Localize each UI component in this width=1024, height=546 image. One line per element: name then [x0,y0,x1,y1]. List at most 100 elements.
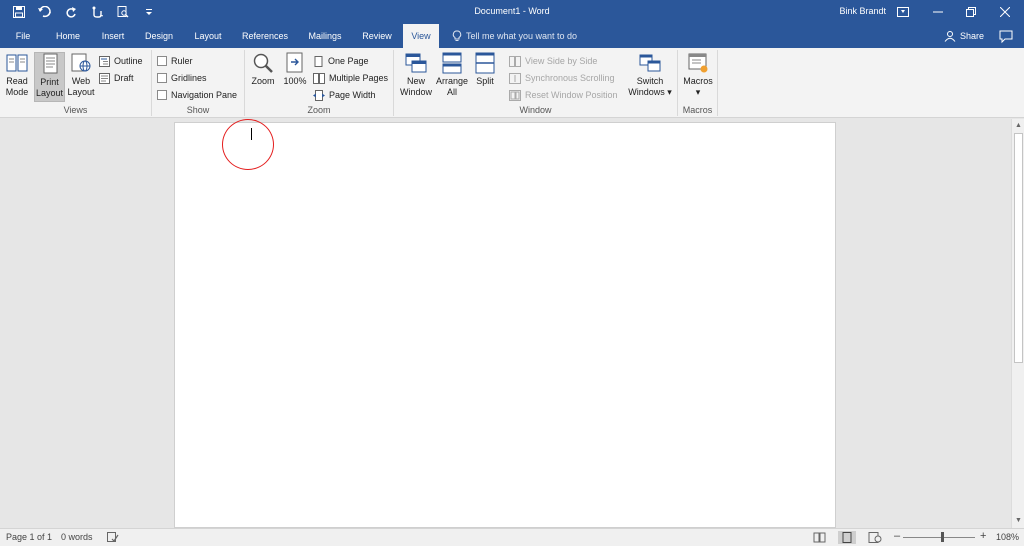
switch-windows-icon [639,52,661,74]
print-layout-label-2: Layout [35,88,64,98]
print-layout-icon [39,53,61,75]
split-label: Split [476,76,494,86]
ruler-label: Ruler [171,56,193,66]
tab-home[interactable]: Home [50,24,86,48]
zoom-100-button[interactable]: 100% [281,52,309,102]
macros-icon [687,52,709,74]
page-width-icon [313,89,325,101]
draft-label: Draft [114,73,134,83]
show-group: Ruler Gridlines Navigation Pane Show [152,50,245,116]
share-button[interactable]: Share [944,24,984,48]
share-label: Share [960,31,985,41]
zoom-slider-thumb[interactable] [940,532,944,542]
outline-button[interactable]: Outline [99,54,143,68]
navigation-pane-checkbox[interactable]: Navigation Pane [157,88,237,102]
macros-group-label: Macros [682,105,713,115]
read-mode-label-2: Mode [5,87,29,97]
tab-insert[interactable]: Insert [96,24,130,48]
multiple-pages-button[interactable]: Multiple Pages [313,71,388,85]
print-layout-label-1: Print [40,77,59,87]
web-layout-button[interactable]: Web Layout [67,52,95,102]
word-count[interactable]: 0 words [61,532,93,542]
one-page-icon [314,55,323,67]
zoom-percent[interactable]: 108% [996,532,1019,542]
tab-mailings[interactable]: Mailings [302,24,348,48]
comments-icon[interactable] [998,28,1014,44]
tab-review[interactable]: Review [358,24,396,48]
reset-window-position-label: Reset Window Position [525,90,618,100]
scroll-down-icon[interactable]: ▼ [1014,516,1023,525]
print-layout-button[interactable]: Print Layout [34,52,65,102]
switch-windows-label-2: Windows ▾ [628,87,672,97]
document-page[interactable] [174,119,836,528]
ruler-check[interactable] [157,56,167,66]
user-name[interactable]: Bink Brandt [839,6,886,16]
synchronous-scrolling-button[interactable]: Synchronous Scrolling [509,71,615,85]
tab-design[interactable]: Design [140,24,178,48]
read-mode-view-icon[interactable] [811,531,829,544]
outline-icon [99,55,110,67]
sync-scroll-icon [509,72,521,84]
new-window-button[interactable]: New Window [398,52,434,102]
ribbon-display-icon[interactable] [888,2,918,22]
read-mode-button[interactable]: Read Mode [3,52,31,102]
reset-window-position-button[interactable]: Reset Window Position [509,88,618,102]
switch-windows-button[interactable]: Switch Windows ▾ [626,52,674,102]
outline-label: Outline [114,56,143,66]
zoom-in-button[interactable]: + [980,530,986,542]
gridlines-label: Gridlines [171,73,207,83]
zoom-100-icon [284,52,306,74]
gridlines-check[interactable] [157,73,167,83]
magnifier-icon [252,52,274,74]
restore-icon[interactable] [956,2,986,22]
zoom-slider[interactable] [903,532,975,542]
macros-label: Macros [683,76,713,86]
draft-icon [99,72,110,84]
split-button[interactable]: Split [472,52,498,102]
page-width-label: Page Width [329,90,376,100]
draft-button[interactable]: Draft [99,71,134,85]
document-area [0,119,1011,528]
minimize-icon[interactable] [923,2,953,22]
gridlines-checkbox[interactable]: Gridlines [157,71,207,85]
navigation-pane-check[interactable] [157,90,167,100]
lightbulb-icon [452,30,462,41]
tab-file[interactable]: File [6,24,40,48]
reset-window-icon [509,89,521,101]
tab-layout[interactable]: Layout [188,24,228,48]
ruler-checkbox[interactable]: Ruler [157,54,193,68]
synchronous-scrolling-label: Synchronous Scrolling [525,73,615,83]
print-layout-view-icon[interactable] [838,531,856,544]
person-icon [944,31,956,42]
view-side-by-side-label: View Side by Side [525,56,598,66]
tab-references[interactable]: References [238,24,292,48]
macros-dropdown-icon: ▾ [695,87,701,97]
window-group-label: Window [519,105,552,115]
window-group: New Window Arrange All Split View Side b… [394,50,678,116]
tab-view[interactable]: View [403,24,439,48]
close-icon[interactable] [990,2,1020,22]
web-layout-view-icon[interactable] [866,531,884,544]
page-count[interactable]: Page 1 of 1 [6,532,52,542]
arrange-all-label-2: All [446,87,457,97]
read-mode-label-1: Read [6,76,28,86]
zoom-out-button[interactable]: – [894,530,900,542]
zoom-button[interactable]: Zoom [248,52,278,102]
view-side-by-side-button[interactable]: View Side by Side [509,54,597,68]
new-window-label-2: Window [399,87,432,97]
vertical-scrollbar[interactable]: ▲ ▼ [1011,119,1024,528]
show-group-label: Show [186,105,210,115]
macros-button[interactable]: Macros ▾ [681,52,715,102]
one-page-button[interactable]: One Page [313,54,369,68]
zoom-label: Zoom [251,76,275,86]
proofing-icon[interactable] [107,531,119,545]
zoom-group: Zoom 100% One Page Multiple Pages Page W… [245,50,394,116]
scroll-up-icon[interactable]: ▲ [1014,121,1023,130]
new-window-icon [405,52,427,74]
page-width-button[interactable]: Page Width [313,88,376,102]
scroll-thumb[interactable] [1014,133,1023,363]
web-layout-label-1: Web [71,76,91,86]
ribbon: Read Mode Print Layout Web Layout Outlin… [0,48,1024,118]
tell-me-box[interactable]: Tell me what you want to do [452,24,577,48]
arrange-all-button[interactable]: Arrange All [435,52,469,102]
